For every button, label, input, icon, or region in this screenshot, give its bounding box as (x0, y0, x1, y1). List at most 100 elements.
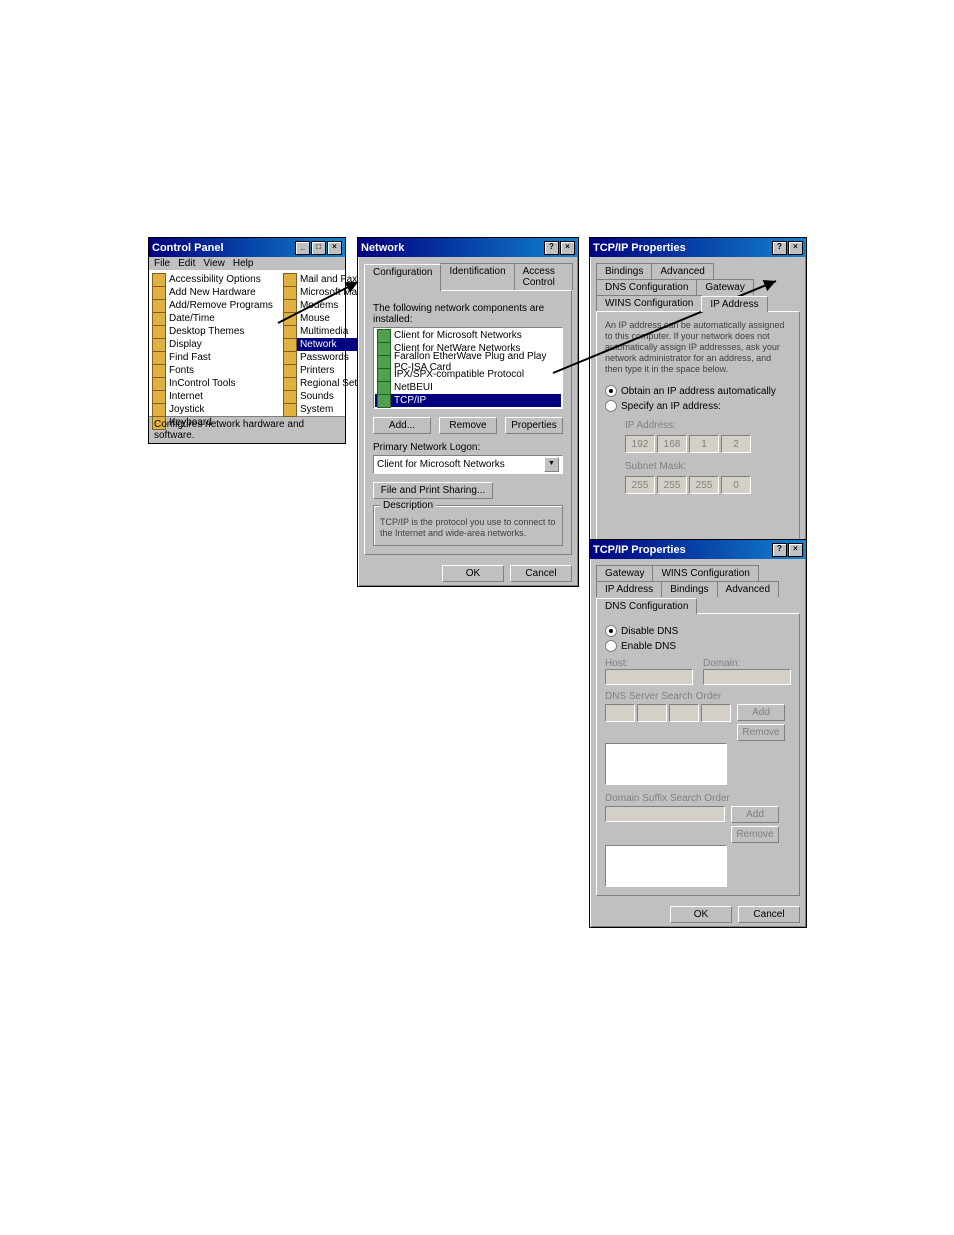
remove-button[interactable]: Remove (439, 417, 497, 434)
subnet-octet-2 (657, 476, 687, 494)
network-components-listbox[interactable]: Client for Microsoft NetworksClient for … (373, 327, 563, 409)
close-icon[interactable]: × (327, 241, 342, 255)
cancel-button[interactable]: Cancel (738, 906, 800, 923)
tab-advanced[interactable]: Advanced (651, 263, 713, 279)
radio-disable-label: Disable DNS (621, 626, 678, 637)
cp-item[interactable]: Display (152, 338, 273, 351)
tcpip-dns-dialog-buttons: OK Cancel (590, 902, 806, 927)
tab-gateway[interactable]: Gateway (696, 279, 753, 295)
radio-obtain-label: Obtain an IP address automatically (621, 386, 776, 397)
domain-input (703, 669, 791, 685)
ok-button[interactable]: OK (442, 565, 504, 582)
cp-item[interactable]: Add New Hardware (152, 286, 273, 299)
tcpip-dns-window-buttons: ? × (772, 543, 803, 557)
tab-bindings[interactable]: Bindings (596, 263, 652, 279)
cp-titlebar[interactable]: Control Panel _ □ × (149, 238, 345, 257)
close-icon[interactable]: × (560, 241, 575, 255)
component-icon (377, 342, 391, 356)
radio-icon (605, 640, 617, 652)
dns-octet-4 (701, 704, 731, 722)
network-component-item[interactable]: NetBEUI (375, 381, 561, 394)
suffix-input (605, 806, 725, 822)
control-panel-window: Control Panel _ □ × File Edit View Help … (148, 237, 346, 444)
close-icon[interactable]: × (788, 543, 803, 557)
radio-enable-dns[interactable]: Enable DNS (605, 640, 791, 652)
tcpip-dns-title: TCP/IP Properties (593, 544, 686, 556)
cp-item-icon (283, 403, 297, 417)
primary-logon-value: Client for Microsoft Networks (377, 459, 505, 470)
tab-ip-address[interactable]: IP Address (596, 581, 662, 597)
radio-obtain-ip[interactable]: Obtain an IP address automatically (605, 385, 791, 397)
dns-search-buttons: Add Remove (737, 704, 785, 741)
minimize-icon[interactable]: _ (295, 241, 310, 255)
subnet-mask-label: Subnet Mask: (625, 461, 686, 472)
cp-title: Control Panel (152, 242, 224, 254)
cp-item-icon (152, 390, 166, 404)
radio-enable-label: Enable DNS (621, 641, 676, 652)
tab-dns-config[interactable]: DNS Configuration (596, 279, 697, 295)
radio-disable-dns[interactable]: Disable DNS (605, 625, 791, 637)
tcpip-ip-title: TCP/IP Properties (593, 242, 686, 254)
dns-server-ip-field (605, 704, 731, 741)
cp-column-1: Accessibility OptionsAdd New HardwareAdd… (152, 273, 273, 413)
cp-item-icon (283, 312, 297, 326)
help-icon[interactable]: ? (772, 241, 787, 255)
close-icon[interactable]: × (788, 241, 803, 255)
help-icon[interactable]: ? (772, 543, 787, 557)
tab-advanced[interactable]: Advanced (717, 581, 779, 597)
dropdown-arrow-icon[interactable]: ▼ (544, 457, 559, 472)
menu-help[interactable]: Help (233, 258, 254, 269)
components-label: The following network components are ins… (373, 303, 563, 325)
cp-item[interactable]: Accessibility Options (152, 273, 273, 286)
help-icon[interactable]: ? (544, 241, 559, 255)
cp-item[interactable]: Date/Time (152, 312, 273, 325)
tab-wins-config[interactable]: WINS Configuration (596, 295, 702, 311)
ok-button[interactable]: OK (670, 906, 732, 923)
network-component-item[interactable]: Farallon EtherWave Plug and Play PC-ISA … (375, 355, 561, 368)
cp-item[interactable]: Internet (152, 390, 273, 403)
network-component-item[interactable]: Client for Microsoft Networks (375, 329, 561, 342)
primary-logon-label: Primary Network Logon: (373, 442, 563, 453)
tab-ip-address[interactable]: IP Address (701, 296, 767, 312)
cancel-button[interactable]: Cancel (510, 565, 572, 582)
menu-view[interactable]: View (203, 258, 225, 269)
description-group: Description TCP/IP is the protocol you u… (373, 505, 563, 546)
tab-wins-config[interactable]: WINS Configuration (652, 565, 758, 581)
radio-specify-ip[interactable]: Specify an IP address: (605, 400, 791, 412)
tab-access-control[interactable]: Access Control (514, 263, 573, 290)
properties-button[interactable]: Properties (505, 417, 563, 434)
cp-item[interactable]: InControl Tools (152, 377, 273, 390)
ip-octet-3 (689, 435, 719, 453)
menu-file[interactable]: File (154, 258, 170, 269)
tab-identification[interactable]: Identification (440, 263, 514, 290)
cp-item[interactable]: Find Fast (152, 351, 273, 364)
cp-item-icon (152, 377, 166, 391)
menu-edit[interactable]: Edit (178, 258, 195, 269)
network-titlebar[interactable]: Network ? × (358, 238, 578, 257)
cp-item-icon (152, 338, 166, 352)
cp-item-icon (283, 299, 297, 313)
host-input (605, 669, 693, 685)
primary-logon-select[interactable]: Client for Microsoft Networks ▼ (373, 455, 563, 474)
network-component-item[interactable]: TCP/IP (375, 394, 561, 407)
cp-item[interactable]: Add/Remove Programs (152, 299, 273, 312)
suffix-list (605, 845, 727, 887)
radio-icon (605, 625, 617, 637)
cp-item[interactable]: Joystick (152, 403, 273, 416)
tcpip-ip-titlebar[interactable]: TCP/IP Properties ? × (590, 238, 806, 257)
tcpip-dns-titlebar[interactable]: TCP/IP Properties ? × (590, 540, 806, 559)
tab-gateway[interactable]: Gateway (596, 565, 653, 581)
tab-configuration[interactable]: Configuration (364, 264, 441, 291)
add-button[interactable]: Add... (373, 417, 431, 434)
component-icon (377, 368, 391, 382)
cp-item[interactable]: Desktop Themes (152, 325, 273, 338)
tab-bindings[interactable]: Bindings (661, 581, 717, 597)
cp-item[interactable]: Fonts (152, 364, 273, 377)
tab-dns-config[interactable]: DNS Configuration (596, 598, 697, 614)
file-print-sharing-button[interactable]: File and Print Sharing... (373, 482, 493, 499)
maximize-icon[interactable]: □ (311, 241, 326, 255)
dns-add-button: Add (737, 704, 785, 721)
component-icon (377, 329, 391, 343)
subnet-mask-field (625, 476, 791, 494)
network-tabpanel: The following network components are ins… (364, 290, 572, 555)
